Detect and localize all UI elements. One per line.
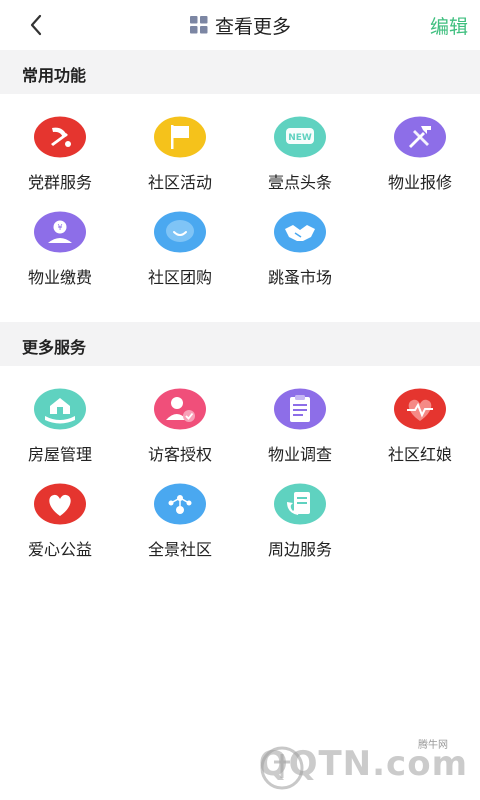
service-label: 房屋管理 — [27, 445, 92, 464]
function-flea-market[interactable]: 跳蚤市场 — [240, 211, 360, 305]
party-emblem-icon — [34, 116, 86, 158]
function-headlines[interactable]: NEW 壹点头条 — [240, 116, 360, 210]
edit-button[interactable]: 编辑 — [430, 12, 468, 39]
function-label: 跳蚤市场 — [267, 268, 332, 287]
house-hand-icon — [34, 388, 86, 430]
section-header-more: 更多服务 — [0, 322, 480, 366]
service-label: 爱心公益 — [27, 540, 92, 559]
function-property-payment[interactable]: ¥ 物业缴费 — [0, 211, 120, 305]
panorama-icon — [154, 483, 206, 525]
function-label: 党群服务 — [27, 173, 92, 192]
function-label: 物业缴费 — [27, 268, 92, 287]
service-label: 全景社区 — [147, 540, 212, 559]
repair-tools-icon — [394, 116, 446, 158]
service-visitor-auth[interactable]: 访客授权 — [120, 388, 240, 482]
function-group-buy[interactable]: 社区团购 — [120, 211, 240, 305]
svg-text:NEW: NEW — [288, 133, 312, 143]
service-matchmaker[interactable]: 社区红娘 — [360, 388, 480, 482]
phone-service-icon — [274, 483, 326, 525]
function-label: 社区团购 — [147, 268, 212, 287]
function-label: 社区活动 — [147, 173, 212, 192]
heartbeat-icon — [394, 388, 446, 430]
visitor-check-icon — [154, 388, 206, 430]
service-label: 周边服务 — [267, 540, 332, 559]
payment-icon: ¥ — [34, 211, 86, 253]
section-header-common: 常用功能 — [0, 50, 480, 94]
page-title-wrap: 查看更多 — [0, 0, 480, 50]
svg-text:¥: ¥ — [57, 223, 62, 232]
service-charity[interactable]: 爱心公益 — [0, 483, 120, 577]
service-panorama[interactable]: 全景社区 — [120, 483, 240, 577]
service-house-management[interactable]: 房屋管理 — [0, 388, 120, 482]
grid-menu-icon — [189, 16, 208, 34]
service-property-survey[interactable]: 物业调查 — [240, 388, 360, 482]
service-label: 物业调查 — [267, 445, 332, 464]
function-property-repair[interactable]: 物业报修 — [360, 116, 480, 210]
section-title: 更多服务 — [22, 338, 87, 357]
heart-icon — [34, 483, 86, 525]
function-label: 壹点头条 — [267, 173, 332, 192]
section-title: 常用功能 — [22, 66, 87, 85]
news-icon: NEW — [274, 116, 326, 158]
service-nearby[interactable]: 周边服务 — [240, 483, 360, 577]
clipboard-icon — [274, 388, 326, 430]
page-title: 查看更多 — [214, 15, 291, 38]
service-label: 访客授权 — [147, 445, 212, 464]
flag-icon — [154, 116, 206, 158]
top-bar: 查看更多 编辑 — [0, 0, 480, 50]
function-community-activity[interactable]: 社区活动 — [120, 116, 240, 210]
chat-bubble-icon — [154, 211, 206, 253]
handshake-icon — [274, 211, 326, 253]
function-party-service[interactable]: 党群服务 — [0, 116, 120, 210]
service-label: 社区红娘 — [387, 445, 452, 464]
function-label: 物业报修 — [387, 173, 452, 192]
watermark-logo-text: QQTN.com — [258, 744, 468, 784]
watermark: 腾牛网 QQTN.com — [258, 734, 468, 794]
